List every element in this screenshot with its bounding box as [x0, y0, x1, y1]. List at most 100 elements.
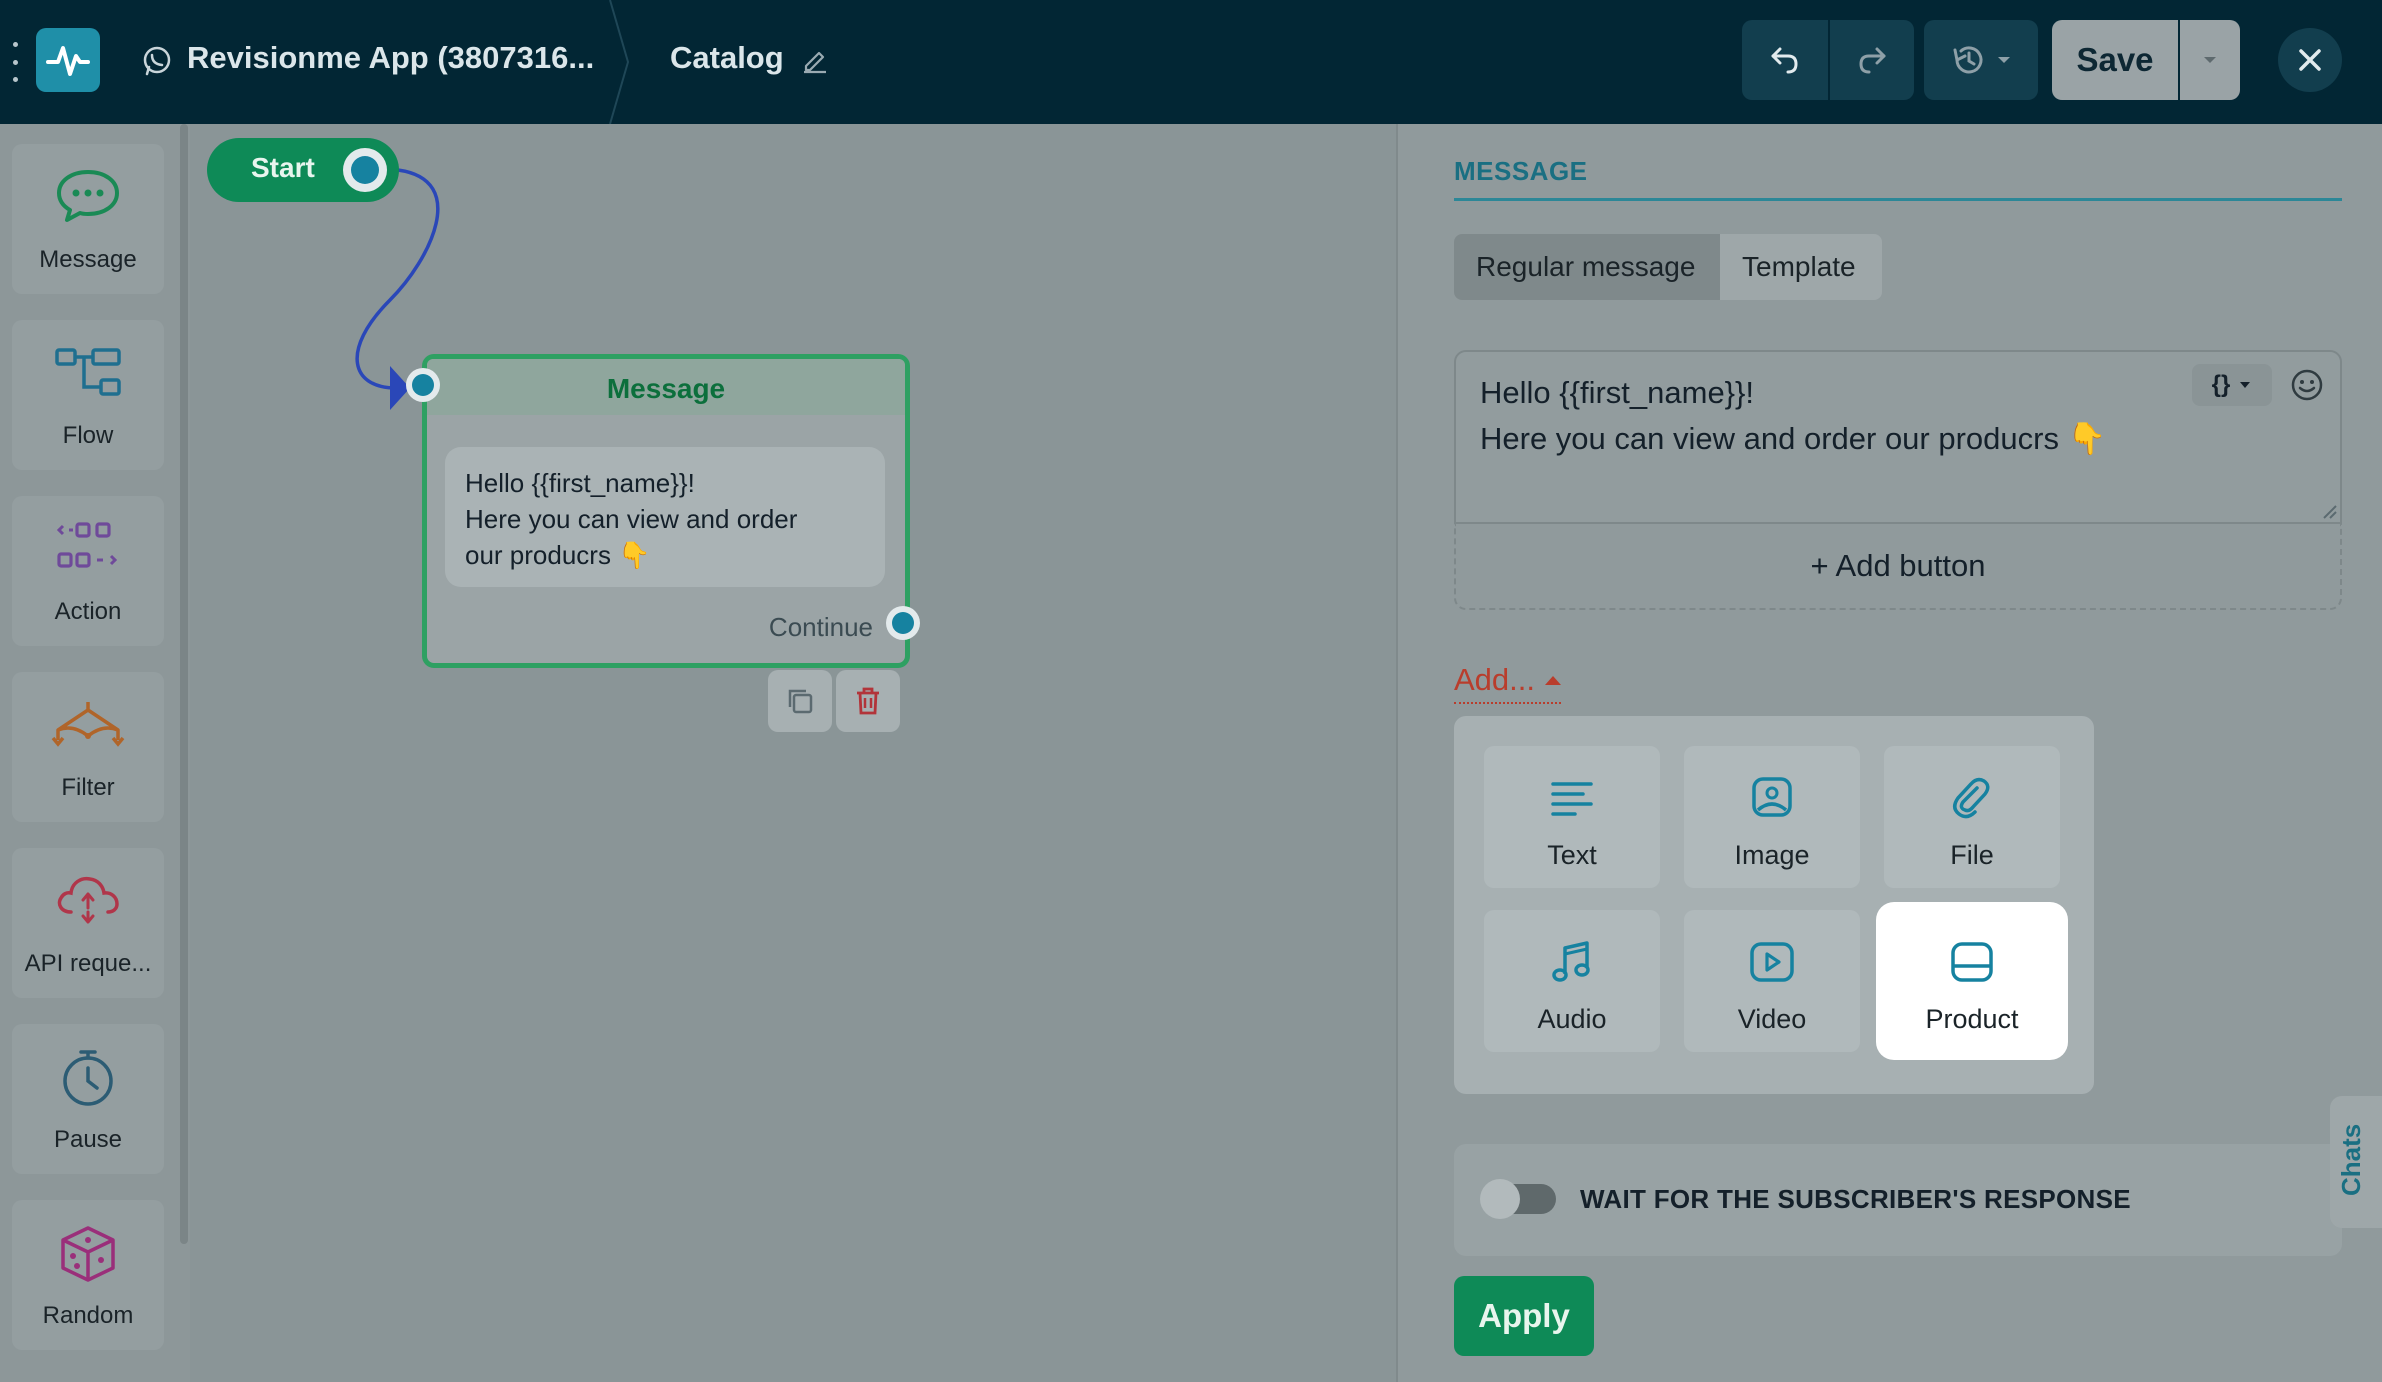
message-node-title: Message	[606, 373, 726, 404]
undo-button[interactable]	[1742, 20, 1828, 100]
sidebar-item-random[interactable]: Random	[12, 1200, 164, 1350]
tab-regular-message[interactable]: Regular message	[1454, 234, 1720, 300]
message-text-input[interactable]: Hello {{first_name}}! Here you can view …	[1454, 350, 2342, 524]
close-button[interactable]	[2278, 28, 2342, 92]
history-icon	[1953, 46, 1983, 74]
whatsapp-icon	[143, 46, 171, 76]
message-icon	[57, 170, 119, 222]
chevron-down-icon	[2240, 382, 2251, 388]
continue-output-port[interactable]	[886, 606, 920, 640]
trash-icon	[857, 687, 879, 715]
start-label: Start	[251, 152, 315, 183]
chats-tab[interactable]: Chats	[2330, 1096, 2382, 1228]
start-output-port[interactable]	[343, 148, 387, 192]
message-node-header: Message	[427, 359, 905, 415]
add-video-item[interactable]: Video	[1684, 910, 1860, 1052]
flow-name[interactable]: Catalog	[670, 40, 784, 76]
message-node-body: Hello {{first_name}}! Here you can view …	[445, 447, 885, 587]
panel-heading: MESSAGE	[1454, 156, 1588, 186]
flow-icon	[55, 348, 121, 396]
add-audio-item[interactable]: Audio	[1484, 910, 1660, 1052]
filter-icon	[51, 702, 125, 747]
pulse-icon	[46, 46, 90, 76]
top-bar: Revisionme App (3807316... Catalog Save	[0, 0, 2382, 124]
chats-label: Chats	[2336, 1123, 2366, 1196]
add-item-label: Image	[1734, 840, 1810, 870]
add-product-item[interactable]: Product	[1884, 910, 2060, 1052]
copy-icon	[788, 689, 813, 714]
flow-canvas[interactable]	[190, 124, 1396, 1382]
message-body-line: Hello {{first_name}}!	[465, 468, 695, 498]
sidebar-item-pause[interactable]: Pause	[12, 1024, 164, 1174]
braces-icon: {}	[2211, 371, 2231, 398]
add-file-item[interactable]: File	[1884, 746, 2060, 888]
image-icon	[1752, 777, 1792, 817]
sidebar-item-action[interactable]: Action	[12, 496, 164, 646]
sidebar-item-label: Filter	[61, 774, 115, 801]
add-image-item[interactable]: Image	[1684, 746, 1860, 888]
sidebar-scrollbar[interactable]	[180, 124, 188, 1244]
music-icon	[1552, 941, 1590, 982]
message-node[interactable]: Message Hello {{first_name}}! Here you c…	[422, 354, 910, 668]
app-logo[interactable]	[36, 28, 100, 92]
app-title: Revisionme App (3807316...	[187, 40, 595, 75]
save-options-button[interactable]	[2180, 20, 2240, 100]
message-body-line: our producrs 👇	[465, 540, 651, 570]
close-icon	[2299, 49, 2321, 71]
add-item-label: Video	[1737, 1004, 1807, 1034]
text-icon	[1551, 782, 1593, 816]
paperclip-icon	[1953, 777, 1990, 819]
sidebar-item-filter[interactable]: Filter	[12, 672, 164, 822]
message-input-port[interactable]	[406, 368, 440, 402]
more-menu-icon[interactable]	[8, 42, 22, 82]
sidebar-item-flow[interactable]: Flow	[12, 320, 164, 470]
delete-node-button[interactable]	[836, 670, 900, 732]
chevron-down-icon	[2204, 57, 2216, 63]
tab-template[interactable]: Template	[1720, 234, 1882, 300]
dice-icon	[61, 1226, 115, 1282]
action-icon	[56, 522, 118, 568]
chevron-down-icon	[1998, 57, 2010, 63]
sidebar-item-label: Random	[42, 1302, 134, 1329]
pencil-icon[interactable]	[800, 44, 830, 74]
sidebar-item-message[interactable]: Message	[12, 144, 164, 294]
caret-up-icon	[1545, 675, 1561, 685]
message-text: Hello {{first_name}}! Here you can view …	[1480, 375, 2107, 456]
message-body-line: Here you can view and order	[465, 504, 798, 534]
save-button[interactable]: Save	[2052, 20, 2178, 100]
variables-button[interactable]: {}	[2192, 364, 2272, 406]
add-content-dropdown[interactable]: Add...	[1454, 662, 1561, 704]
message-type-tabs: Regular message Template	[1454, 234, 1882, 300]
add-button[interactable]: + Add button	[1454, 524, 2342, 610]
product-icon	[1951, 942, 1993, 982]
start-node[interactable]: Start	[207, 138, 399, 202]
copy-node-button[interactable]	[768, 670, 832, 732]
undo-icon	[1771, 47, 1798, 74]
add-content-menu: Text Image File Audio Video Product	[1454, 716, 2094, 1094]
add-item-label: Audio	[1537, 1004, 1607, 1034]
sidebar-item-label: API reque...	[24, 950, 152, 977]
block-palette: Message Flow Action Filter API reque... …	[0, 124, 190, 1382]
add-label: Add...	[1454, 662, 1535, 697]
sidebar-item-label: Action	[54, 598, 122, 625]
heading-divider	[1454, 198, 2342, 201]
history-button[interactable]	[1924, 20, 2038, 100]
cloud-icon	[57, 876, 119, 924]
wait-response-section: WAIT FOR THE SUBSCRIBER'S RESPONSE	[1454, 1144, 2342, 1256]
resize-handle-icon[interactable]	[2320, 502, 2338, 520]
breadcrumb-separator	[609, 0, 630, 124]
sidebar-item-label: Flow	[62, 422, 114, 449]
emoji-icon[interactable]	[2288, 366, 2326, 404]
sidebar-item-label: Message	[39, 246, 137, 273]
redo-button[interactable]	[1830, 20, 1914, 100]
sidebar-item-label: Pause	[53, 1126, 123, 1153]
redo-icon	[1859, 47, 1886, 74]
clock-icon	[63, 1050, 113, 1106]
add-text-item[interactable]: Text	[1484, 746, 1660, 888]
wait-response-toggle[interactable]	[1480, 1179, 1556, 1219]
add-item-label: Text	[1547, 840, 1597, 870]
apply-button[interactable]: Apply	[1454, 1276, 1594, 1356]
continue-label: Continue	[768, 612, 873, 642]
add-item-label: Product	[1925, 1004, 2019, 1034]
sidebar-item-api-request[interactable]: API reque...	[12, 848, 164, 998]
